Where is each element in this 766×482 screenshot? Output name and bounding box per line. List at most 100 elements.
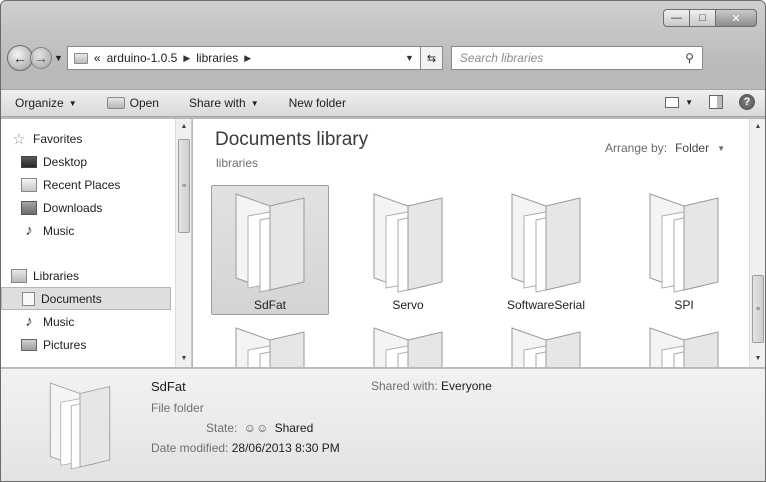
details-state-label: State: — [206, 421, 238, 435]
sidebar-item-label: Desktop — [43, 154, 88, 169]
scroll-up-icon[interactable]: ▲ — [176, 119, 191, 135]
new-folder-label: New folder — [288, 96, 346, 110]
sidebar-item-label: Recent Places — [43, 177, 121, 192]
close-button[interactable]: ✕ — [715, 9, 757, 27]
sidebar-favorites[interactable]: ☆ Favorites — [1, 127, 191, 150]
details-shared-with: Shared with: Everyone — [371, 379, 492, 393]
folder-icon — [511, 327, 581, 367]
chevron-down-icon: ▼ — [717, 143, 725, 153]
folder-item-partial[interactable] — [349, 319, 467, 367]
details-date-label: Date modified: — [151, 441, 229, 455]
details-type: File folder — [151, 401, 204, 415]
organize-button[interactable]: Organize ▼ — [15, 96, 77, 110]
new-folder-button[interactable]: New folder — [289, 96, 346, 110]
details-state-value: Shared — [274, 421, 314, 435]
sidebar-item-pictures[interactable]: Pictures — [1, 333, 191, 356]
preview-pane-icon[interactable] — [709, 95, 723, 109]
folder-item-spi[interactable]: SPI — [625, 185, 743, 315]
back-arrow-icon: ← — [13, 50, 27, 66]
open-label: Open — [129, 96, 159, 110]
change-view-icon[interactable] — [665, 96, 680, 108]
details-pane: SdFat File folder Shared with: Everyone … — [1, 368, 765, 481]
sidebar-item-library-music[interactable]: ♪ Music — [1, 310, 191, 333]
sidebar-item-label: Music — [43, 223, 75, 238]
share-with-button[interactable]: Share with ▼ — [189, 96, 259, 110]
scroll-down-icon[interactable]: ▼ — [176, 351, 191, 367]
sidebar-item-label: Downloads — [43, 200, 103, 215]
folder-icon — [235, 193, 305, 293]
search-icon[interactable]: ⚲ — [685, 51, 694, 65]
sidebar-item-recent-places[interactable]: Recent Places — [1, 173, 191, 196]
folder-icon — [49, 382, 111, 470]
details-date-value: 28/06/2013 8:30 PM — [231, 441, 340, 455]
details-shared-with-label: Shared with: — [371, 379, 438, 393]
details-shared-with-value: Everyone — [441, 379, 492, 393]
scroll-down-icon[interactable]: ▼ — [750, 351, 765, 367]
sidebar-item-downloads[interactable]: Downloads — [1, 196, 191, 219]
navigation-pane: ☆ Favorites Desktop Recent Places Downlo… — [1, 119, 192, 367]
caption-buttons: — □ ✕ — [663, 9, 757, 27]
crumb-libraries[interactable]: libraries — [196, 51, 238, 65]
forward-button[interactable]: → — [30, 47, 52, 69]
command-bar: Organize ▼ Open Share with ▼ New folder … — [1, 89, 765, 117]
folder-item-partial[interactable] — [211, 319, 329, 367]
share-with-label: Share with — [188, 96, 246, 110]
overflow-chevron[interactable]: « — [94, 51, 101, 65]
folder-name: SoftwareSerial — [506, 298, 586, 312]
sidebar-item-label: Pictures — [43, 337, 87, 352]
chevron-down-icon: ▼ — [250, 98, 259, 108]
sidebar-item-label: Music — [43, 314, 75, 329]
details-state: State: ☺☺ Shared — [206, 421, 313, 435]
help-icon[interactable]: ? — [739, 94, 755, 110]
folder-icon — [235, 327, 305, 367]
crumb-separator-icon[interactable]: ▶ — [244, 53, 251, 64]
scroll-thumb[interactable]: ≡ — [178, 139, 190, 233]
sidebar-item-music[interactable]: ♪ Music — [1, 219, 191, 242]
sidebar-label: Libraries — [33, 268, 80, 283]
library-includes-link[interactable]: libraries — [216, 156, 258, 170]
folder-icon — [649, 193, 719, 293]
folder-item-sdfat[interactable]: SdFat — [211, 185, 329, 315]
recent-places-icon — [21, 177, 37, 192]
shared-users-icon: ☺☺ — [243, 421, 269, 435]
desktop-icon — [21, 155, 37, 168]
folder-name: SPI — [674, 298, 694, 312]
address-bar[interactable]: « arduino-1.0.5 ▶ libraries ▶ ▼ — [66, 46, 421, 70]
star-icon: ☆ — [12, 130, 26, 148]
open-button[interactable]: Open — [106, 96, 159, 110]
scroll-up-icon[interactable]: ▲ — [750, 119, 765, 135]
sidebar-libraries[interactable]: Libraries — [1, 264, 191, 287]
organize-label: Organize — [15, 96, 64, 110]
arrange-label: Arrange by: — [605, 141, 668, 155]
crumb-arduino[interactable]: arduino-1.0.5 — [107, 51, 178, 65]
maximize-button[interactable]: □ — [689, 9, 715, 27]
page-title: Documents library — [215, 129, 369, 150]
recent-pages-dropdown-icon[interactable]: ▼ — [54, 53, 63, 63]
sidebar-item-desktop[interactable]: Desktop — [1, 150, 191, 173]
minimize-button[interactable]: — — [663, 9, 689, 27]
crumb-separator-icon[interactable]: ▶ — [183, 53, 190, 64]
scroll-thumb[interactable]: ≡ — [752, 275, 764, 343]
search-placeholder: Search libraries — [459, 51, 544, 65]
folder-icon — [511, 193, 581, 293]
arrange-by[interactable]: Arrange by: Folder ▼ — [605, 141, 725, 155]
sidebar-item-label: Documents — [41, 291, 102, 306]
search-input[interactable]: Search libraries ⚲ — [450, 46, 703, 70]
content-scrollbar[interactable]: ▲ ≡ ▼ — [749, 119, 765, 367]
address-dropdown-icon[interactable]: ▼ — [405, 53, 414, 63]
folder-icon — [373, 327, 443, 367]
folder-item-partial[interactable] — [487, 319, 605, 367]
sidebar-label: Favorites — [33, 131, 83, 146]
folder-item-servo[interactable]: Servo — [349, 185, 467, 315]
folder-item-partial[interactable] — [625, 319, 743, 367]
sidebar-scrollbar[interactable]: ▲ ≡ ▼ — [175, 119, 191, 367]
folder-item-softwareserial[interactable]: SoftwareSerial — [487, 185, 605, 315]
folder-icon — [373, 193, 443, 293]
refresh-button[interactable]: ⇆ — [420, 46, 443, 70]
view-controls: ▼ ? — [665, 94, 755, 110]
sidebar-item-documents[interactable]: Documents — [1, 287, 171, 310]
downloads-icon — [21, 200, 37, 215]
arrange-value: Folder — [675, 141, 710, 155]
view-dropdown-icon[interactable]: ▼ — [685, 98, 693, 107]
folder-icon — [73, 52, 88, 64]
